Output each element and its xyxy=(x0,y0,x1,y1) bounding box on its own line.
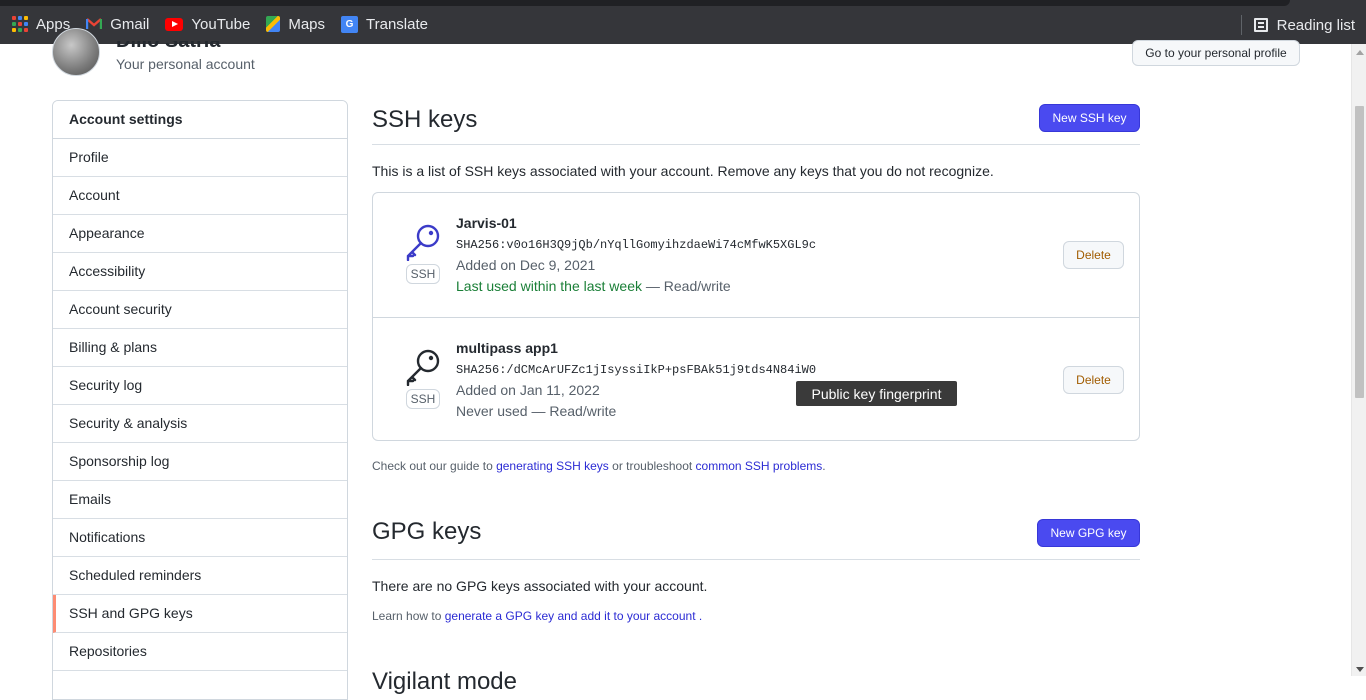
maps-icon xyxy=(266,16,281,32)
sidebar-item-ssh-gpg-keys[interactable]: SSH and GPG keys xyxy=(53,595,347,633)
reading-list-label: Reading list xyxy=(1276,16,1355,34)
sidebar-item-accessibility[interactable]: Accessibility xyxy=(53,253,347,291)
bookmarks-bar: Apps Gmail YouTube Maps G Translate Read… xyxy=(0,0,1366,44)
reading-list-button[interactable]: Reading list xyxy=(1240,15,1355,35)
ssh-key-last-used: Last used within the last week xyxy=(456,278,642,294)
sidebar-item-repositories[interactable]: Repositories xyxy=(53,633,347,671)
sidebar-item-appearance[interactable]: Appearance xyxy=(53,215,347,253)
gpg-keys-title: GPG keys xyxy=(372,518,482,545)
gpg-keys-header: GPG keys New GPG key xyxy=(372,517,1140,560)
bookmark-label: Translate xyxy=(366,15,428,33)
youtube-icon xyxy=(165,17,184,31)
ssh-key-item: SSH Jarvis-01 SHA256:v0o16H3Q9jQb/nYqllG… xyxy=(373,193,1139,317)
bookmark-gmail[interactable]: Gmail xyxy=(86,16,149,33)
bookmark-translate[interactable]: G Translate xyxy=(341,15,428,33)
translate-icon: G xyxy=(341,15,359,33)
sidebar-heading: Account settings xyxy=(53,101,347,139)
sidebar-item-account[interactable]: Account xyxy=(53,177,347,215)
ssh-key-name: multipass app1 xyxy=(456,340,558,356)
generate-gpg-key-link[interactable]: generate a GPG key and add it to your ac… xyxy=(445,609,696,623)
gmail-icon xyxy=(86,18,103,29)
fingerprint-tooltip: Public key fingerprint xyxy=(796,381,957,406)
account-type-label: Your personal account xyxy=(116,56,255,72)
ssh-key-list: SSH Jarvis-01 SHA256:v0o16H3Q9jQb/nYqllG… xyxy=(372,192,1140,441)
gpg-learn-text: Learn how to generate a GPG key and add … xyxy=(372,609,702,623)
ssh-keys-title: SSH keys xyxy=(372,106,478,133)
common-ssh-problems-link[interactable]: common SSH problems xyxy=(696,459,823,473)
sidebar-item-security-analysis[interactable]: Security & analysis xyxy=(53,405,347,443)
ssh-guide-text: Check out our guide to generating SSH ke… xyxy=(372,459,826,473)
bookmark-youtube[interactable]: YouTube xyxy=(165,16,250,33)
ssh-type-badge: SSH xyxy=(406,264,440,284)
ssh-key-usage: Never used — Read/write xyxy=(456,403,617,419)
sidebar-item-sponsorship-log[interactable]: Sponsorship log xyxy=(53,443,347,481)
sidebar-item-billing[interactable]: Billing & plans xyxy=(53,329,347,367)
settings-sidebar: Account settings Profile Account Appeara… xyxy=(52,100,348,700)
ssh-keys-intro: This is a list of SSH keys associated wi… xyxy=(372,163,994,179)
ssh-key-fingerprint: SHA256:/dCMcArUFZc1jIsyssiIkP+psFBAk51j9… xyxy=(456,363,817,377)
learn-prefix: Learn how to xyxy=(372,609,445,623)
scrollbar-thumb[interactable] xyxy=(1355,106,1364,398)
generating-ssh-keys-link[interactable]: generating SSH keys xyxy=(496,459,609,473)
bookmarks-divider xyxy=(1240,15,1242,35)
ssh-key-item: SSH multipass app1 SHA256:/dCMcArUFZc1jI… xyxy=(373,317,1139,441)
guide-suffix: . xyxy=(822,459,826,473)
ssh-key-usage: Last used within the last week — Read/wr… xyxy=(456,278,731,294)
avatar[interactable] xyxy=(52,28,100,76)
page-scrollbar[interactable] xyxy=(1351,44,1366,676)
sidebar-item-emails[interactable]: Emails xyxy=(53,481,347,519)
delete-ssh-key-button[interactable]: Delete xyxy=(1063,241,1124,269)
ssh-key-added-date: Added on Dec 9, 2021 xyxy=(456,257,596,273)
sidebar-item-profile[interactable]: Profile xyxy=(53,139,347,177)
sidebar-item-scheduled-reminders[interactable]: Scheduled reminders xyxy=(53,557,347,595)
bookmark-apps[interactable]: Apps xyxy=(12,16,70,33)
delete-ssh-key-button[interactable]: Delete xyxy=(1063,366,1124,394)
bookmark-label: Gmail xyxy=(110,15,150,33)
key-icon xyxy=(406,224,440,261)
learn-suffix: . xyxy=(695,609,703,623)
apps-grid-icon xyxy=(12,16,28,32)
go-to-profile-button[interactable]: Go to your personal profile xyxy=(1132,40,1300,66)
ssh-key-added-date: Added on Jan 11, 2022 xyxy=(456,382,600,398)
sidebar-item-account-security[interactable]: Account security xyxy=(53,291,347,329)
scroll-up-arrow-icon[interactable] xyxy=(1356,50,1364,55)
ssh-type-badge: SSH xyxy=(406,389,440,409)
ssh-keys-header: SSH keys New SSH key xyxy=(372,104,1140,145)
gpg-keys-empty-text: There are no GPG keys associated with yo… xyxy=(372,578,708,594)
guide-middle: or troubleshoot xyxy=(608,459,696,473)
omnibox-edge xyxy=(0,0,1290,6)
vigilant-mode-title: Vigilant mode xyxy=(372,668,517,695)
key-icon xyxy=(406,349,440,386)
ssh-key-name: Jarvis-01 xyxy=(456,215,517,231)
new-gpg-key-button[interactable]: New GPG key xyxy=(1037,519,1140,547)
new-ssh-key-button[interactable]: New SSH key xyxy=(1039,104,1140,132)
bookmark-label: YouTube xyxy=(191,15,251,33)
bookmark-maps[interactable]: Maps xyxy=(266,16,325,33)
scroll-down-arrow-icon[interactable] xyxy=(1356,667,1364,672)
ssh-key-fingerprint: SHA256:v0o16H3Q9jQb/nYqllGomyihzdaeWi74c… xyxy=(456,238,817,252)
ssh-key-access: — Read/write xyxy=(642,278,731,294)
bookmark-label: Maps xyxy=(288,15,326,33)
guide-prefix: Check out our guide to xyxy=(372,459,497,473)
sidebar-item-notifications[interactable]: Notifications xyxy=(53,519,347,557)
sidebar-item-security-log[interactable]: Security log xyxy=(53,367,347,405)
reading-list-icon xyxy=(1253,18,1268,32)
